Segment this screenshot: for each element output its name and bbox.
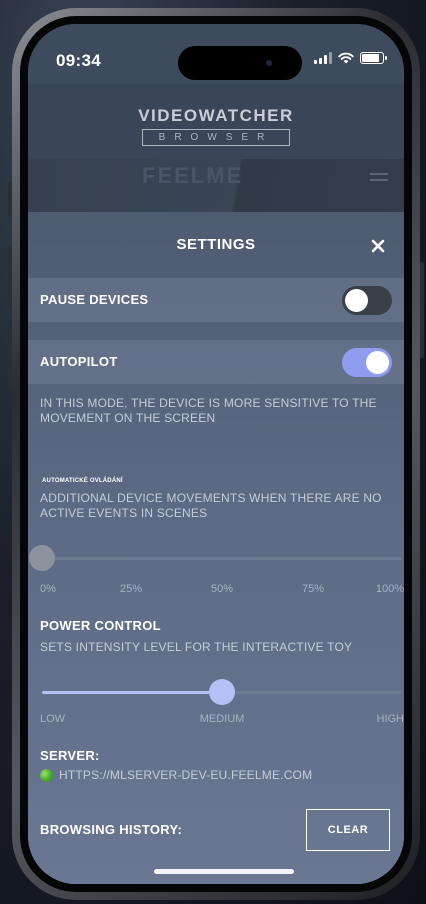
slider-track xyxy=(42,557,402,560)
brand-name: VIDEOWATCHER xyxy=(138,106,294,125)
auto-control-description: ADDITIONAL DEVICE MOVEMENTS WHEN THERE A… xyxy=(40,491,382,520)
slider-thumb[interactable] xyxy=(29,545,55,571)
clear-history-button[interactable]: CLEAR xyxy=(306,809,390,851)
power-control-tick-label: LOW xyxy=(40,713,66,725)
auto-control-tick-label: 100% xyxy=(375,583,404,595)
status-icons xyxy=(314,52,387,64)
auto-control-tick-label: 0% xyxy=(40,583,56,595)
status-bar: 09:34 xyxy=(28,24,404,84)
server-status-dot xyxy=(40,768,53,782)
wifi-icon xyxy=(338,52,354,64)
slider-thumb[interactable] xyxy=(209,679,235,705)
brand-logo: VIDEOWATCHER BROWSER xyxy=(28,106,404,146)
power-button xyxy=(420,262,424,358)
power-control-tick-label: HIGH xyxy=(376,713,405,725)
pause-devices-toggle[interactable] xyxy=(342,286,392,315)
auto-control-tick-label: 25% xyxy=(119,583,143,595)
server-url: HTTPS://MLSERVER-DEV-EU.FEELME.COM xyxy=(40,768,312,782)
auto-control-label: AUTOMATICKÉ OVLÁDÁNÍ xyxy=(42,478,123,484)
autopilot-toggle[interactable] xyxy=(342,348,392,377)
phone-screen: 09:34 VIDEOWATCHER BROWSER FEELME SETTIN… xyxy=(28,24,404,884)
dynamic-island xyxy=(178,46,302,80)
home-indicator[interactable] xyxy=(154,869,294,874)
settings-title: SETTINGS xyxy=(176,236,256,253)
battery-icon xyxy=(360,52,387,64)
power-control-description: SETS INTENSITY LEVEL FOR THE INTERACTIVE… xyxy=(40,640,353,654)
slider-fill xyxy=(42,691,222,694)
brand-subtitle: BROWSER xyxy=(141,129,291,146)
phone-frame: 09:34 VIDEOWATCHER BROWSER FEELME SETTIN… xyxy=(12,8,420,900)
status-time: 09:34 xyxy=(56,51,101,70)
power-control-title: POWER CONTROL xyxy=(40,618,161,633)
autopilot-description: IN THIS MODE, THE DEVICE IS MORE SENSITI… xyxy=(40,396,377,425)
auto-control-slider[interactable] xyxy=(29,545,402,571)
pause-devices-row: PAUSE DEVICES xyxy=(28,278,404,322)
power-control-ticks: LOW MEDIUM HIGH xyxy=(40,713,404,729)
menu-icon[interactable] xyxy=(370,173,388,185)
settings-panel: SETTINGS PAUSE DEVICES AUTOPILOT IN THIS… xyxy=(28,212,404,884)
signal-icon xyxy=(314,52,332,64)
power-control-tick-label: MEDIUM xyxy=(199,713,245,725)
auto-control-ticks: 0% 25% 50% 75% 100% xyxy=(40,583,404,599)
browsing-history-title: BROWSING HISTORY: xyxy=(40,822,183,837)
power-control-slider[interactable] xyxy=(42,679,402,705)
feelme-banner: FEELME xyxy=(28,159,404,212)
close-icon[interactable] xyxy=(370,238,386,254)
auto-control-tick-label: 50% xyxy=(210,583,234,595)
server-url-text: HTTPS://MLSERVER-DEV-EU.FEELME.COM xyxy=(59,768,313,782)
server-title: SERVER: xyxy=(40,748,100,763)
phone-bezel: 09:34 VIDEOWATCHER BROWSER FEELME SETTIN… xyxy=(20,16,412,892)
autopilot-row: AUTOPILOT xyxy=(28,340,404,384)
app-header: VIDEOWATCHER BROWSER FEELME xyxy=(28,84,404,212)
camera-icon xyxy=(266,60,272,66)
autopilot-label: AUTOPILOT xyxy=(40,354,118,369)
feelme-logo: FEELME xyxy=(142,163,244,188)
pause-devices-label: PAUSE DEVICES xyxy=(40,292,149,307)
auto-control-tick-label: 75% xyxy=(301,583,325,595)
